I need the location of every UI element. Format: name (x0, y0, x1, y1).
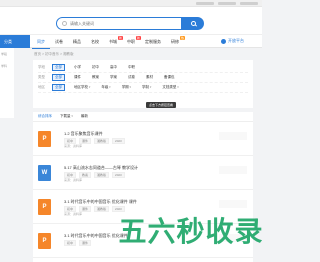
meta-tag: 2023 (112, 172, 125, 178)
platform-icon (221, 38, 226, 44)
filter-label: 地区 (38, 85, 45, 89)
sort-bar: 综合排序 下载量 最新 (33, 112, 253, 122)
filter-option[interactable]: 高中 (108, 65, 119, 70)
filter-option[interactable]: 学案 (108, 75, 119, 80)
filter-option[interactable]: 中职 (126, 65, 137, 70)
item-action-area[interactable] (219, 166, 247, 174)
list-item[interactable]: W 5.17 高山流水志同道合——古琴 教学设计 初中 教案 湘教版 2023 来源：资料库 (33, 156, 253, 190)
top-bar (0, 0, 262, 7)
item-title[interactable]: 5.17 高山流水志同道合——古琴 教学设计 (64, 165, 138, 171)
nav-item-label: 定制服务 (145, 39, 161, 44)
nav-item[interactable]: 研修热 (166, 35, 185, 48)
nav-item-label: 研修 (171, 39, 179, 44)
sidebar-item[interactable]: 学科 (0, 60, 14, 72)
nav-items: 同步 试卷 精品 名校 书城新中职新定制服务 研修热 (32, 35, 185, 49)
tooltip: 点击下方按钮查看 (146, 102, 177, 108)
left-strip: 学段 学科 (0, 48, 14, 118)
watermark: 五六秒收录 (118, 200, 262, 260)
breadcrumb: 首页 > 初中音乐 > 湘教版 (34, 52, 74, 56)
filter-option[interactable]: 素材 (144, 75, 155, 80)
nav-badge: 热 (179, 36, 185, 40)
nav-item[interactable]: 书城新 (104, 35, 123, 48)
filter-option[interactable]: 年级 (99, 85, 112, 90)
filter-option[interactable]: 学期 (120, 85, 133, 90)
search-button[interactable] (182, 17, 204, 30)
meta-tag: 湘教版 (94, 206, 110, 212)
ppt-file-icon: P (38, 233, 51, 249)
file-type-letter: P (42, 204, 47, 210)
item-title[interactable]: 1.2 音乐聚焦音乐课件 (64, 131, 103, 137)
nav-item[interactable]: 同步 (32, 35, 50, 49)
nav-item-label: 精品 (73, 39, 81, 44)
filter-option[interactable]: 试卷 (126, 75, 137, 80)
page: 分类 同步试卷精品名校书城新中职新定制服务研修热 开放平台 学段 学科 首页 >… (0, 0, 262, 262)
item-meta: 初中 课件 (64, 240, 92, 246)
ppt-file-icon: P (38, 199, 51, 215)
file-type-letter: P (42, 238, 47, 244)
filter-panel: 学段全部小学初中高中中职类型全部课件教案学案试卷素材备课包地区全部地区学校年级学… (33, 60, 253, 108)
filter-option[interactable]: 全部 (52, 74, 65, 81)
watermark-text: 五六秒收录 (118, 215, 262, 248)
meta-tag: 湘教版 (94, 172, 110, 178)
item-source: 来源：资料库 (64, 178, 83, 182)
nav-item[interactable]: 精品 (68, 35, 86, 48)
sort-option[interactable]: 综合排序 (38, 114, 52, 119)
filter-option[interactable]: 小学 (72, 65, 83, 70)
category-menu[interactable]: 分类 (0, 35, 30, 48)
nav-item-label: 书城 (109, 39, 117, 44)
nav-item[interactable]: 试卷 (50, 35, 68, 48)
top-link[interactable] (240, 2, 258, 5)
nav-item[interactable]: 定制服务 (140, 35, 166, 48)
filter-option[interactable]: 地区学校 (72, 85, 92, 90)
meta-tag: 课件 (79, 240, 92, 246)
filter-option[interactable]: 文档类型 (160, 85, 180, 90)
sort-option[interactable]: 下载量 (60, 114, 73, 119)
nav-item-label: 名校 (91, 39, 99, 44)
meta-tag: 初中 (64, 240, 77, 246)
sort-option[interactable]: 最新 (81, 114, 88, 119)
file-type-letter: P (42, 136, 47, 142)
item-source: 来源：资料库 (64, 212, 83, 216)
nav-item[interactable]: 名校 (86, 35, 104, 48)
top-link[interactable] (196, 2, 214, 5)
nav-item[interactable]: 中职新 (122, 35, 141, 48)
filter-label: 类型 (38, 75, 45, 79)
nav-item-label: 同步 (37, 38, 45, 44)
meta-tag: 湘教版 (94, 138, 110, 144)
magnifier-icon (190, 21, 196, 26)
search-icon (62, 21, 67, 26)
open-platform-link[interactable]: 开放平台 (221, 38, 244, 44)
filter-option[interactable]: 全部 (52, 84, 65, 91)
word-file-icon: W (38, 165, 51, 181)
filter-row: 学段 全部 小学 初中 高中 中职 (38, 63, 248, 73)
filter-option[interactable]: 备课包 (162, 75, 177, 80)
filter-label: 学段 (38, 65, 45, 69)
sidebar-item[interactable]: 学段 (0, 48, 14, 60)
filter-option[interactable]: 全部 (52, 64, 65, 71)
item-action-area[interactable] (219, 132, 247, 140)
item-source: 来源：资料库 (64, 144, 83, 148)
search-box[interactable] (56, 17, 182, 30)
file-type-letter: W (41, 170, 48, 176)
filter-row: 地区 全部 地区学校 年级 学期 学制 文档类型 (38, 83, 248, 93)
filter-option[interactable]: 教案 (90, 75, 101, 80)
filter-row: 类型 全部 课件 教案 学案 试卷 素材 备课包 (38, 73, 248, 83)
header (0, 7, 262, 34)
main-nav: 分类 同步 试卷 精品 名校 书城新中职新定制服务 研修热 开放平台 (0, 34, 262, 49)
filter-option[interactable]: 初中 (90, 65, 101, 70)
ppt-file-icon: P (38, 131, 51, 147)
nav-item-label: 中职 (127, 39, 135, 44)
filter-option[interactable]: 学制 (140, 85, 153, 90)
list-item[interactable]: P 1.2 音乐聚焦音乐课件 初中 课件 湘教版 2023 来源：资料库 (33, 122, 253, 156)
meta-tag: 2023 (112, 138, 125, 144)
nav-item-label: 试卷 (55, 39, 63, 44)
filter-option[interactable]: 课件 (72, 75, 83, 80)
search-input[interactable] (70, 21, 160, 26)
open-platform-label: 开放平台 (228, 38, 244, 43)
top-link[interactable] (218, 2, 236, 5)
